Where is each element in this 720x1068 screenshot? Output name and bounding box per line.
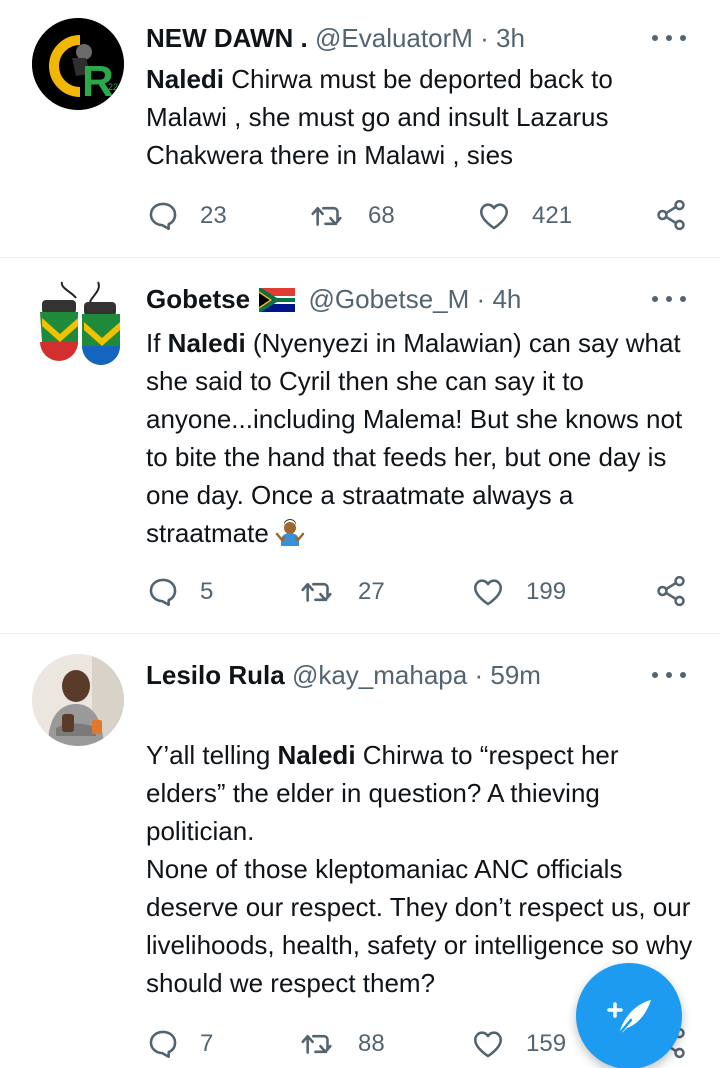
reply-button[interactable]: 23: [146, 196, 227, 236]
avatar[interactable]: [32, 654, 124, 746]
display-name[interactable]: Gobetse: [146, 284, 250, 314]
avatar-logo-image: R 22: [32, 18, 124, 110]
tweet-text-bold: Naledi: [277, 740, 356, 770]
retweet-count: 27: [358, 578, 385, 605]
separator-dot: ·: [476, 284, 486, 314]
tweet-text-part: (Nyenyezi in Malawian) can say what she …: [146, 328, 683, 548]
compose-tweet-icon: [607, 1000, 651, 1036]
user-handle[interactable]: @EvaluatorM: [315, 23, 473, 53]
like-count: 421: [532, 202, 573, 229]
tweet-header: Gobetse @Gobetse_M · 4h: [146, 282, 690, 320]
like-button[interactable]: 199: [470, 572, 566, 612]
reply-button[interactable]: 5: [146, 572, 213, 612]
reply-count: 5: [200, 578, 214, 605]
display-name[interactable]: NEW DAWN .: [146, 23, 308, 53]
tweet[interactable]: Gobetse @Gobetse_M · 4h If Naledi (Nyeny…: [0, 258, 720, 634]
share-icon: [657, 575, 685, 607]
reply-count: 7: [200, 1030, 214, 1057]
like-button[interactable]: 421: [476, 196, 572, 236]
reply-count: 23: [200, 202, 227, 229]
tweet-actions: 5 27 199: [146, 572, 696, 612]
retweet-button[interactable]: 27: [300, 572, 385, 612]
share-button[interactable]: [654, 198, 688, 237]
heart-icon: [473, 1031, 503, 1058]
tweet-text-bold: Naledi: [146, 64, 225, 94]
like-button[interactable]: 159: [470, 1024, 566, 1064]
separator-dot: ·: [474, 660, 484, 690]
retweet-icon: [301, 582, 332, 602]
heart-icon: [479, 203, 509, 230]
timestamp[interactable]: 4h: [492, 284, 521, 314]
share-icon: [657, 199, 685, 231]
tweet-header: NEW DAWN . @EvaluatorM · 3h: [146, 21, 690, 55]
heart-icon: [473, 579, 503, 606]
reply-icon: [149, 202, 177, 231]
user-handle[interactable]: @Gobetse_M: [309, 284, 470, 314]
avatar[interactable]: R 22: [32, 18, 124, 110]
tweet-text-bold: Naledi: [167, 328, 246, 358]
retweet-button[interactable]: 88: [300, 1024, 385, 1064]
tweet-text-part: Chirwa to “respect her elders” the elder…: [146, 740, 693, 998]
reply-button[interactable]: 7: [146, 1024, 213, 1064]
svg-text:22: 22: [108, 82, 118, 92]
retweet-icon: [311, 206, 342, 226]
more-options-icon[interactable]: [652, 670, 686, 680]
avatar[interactable]: [32, 278, 124, 370]
user-handle[interactable]: @kay_mahapa: [292, 660, 467, 690]
retweet-button[interactable]: 68: [310, 196, 395, 236]
south-africa-flag-icon: [258, 286, 296, 320]
like-count: 199: [526, 578, 567, 605]
retweet-count: 68: [368, 202, 395, 229]
tweet-text: Y’all telling Naledi Chirwa to “respect …: [146, 698, 696, 1002]
reply-icon: [149, 578, 177, 607]
more-options-icon[interactable]: [652, 294, 686, 304]
person-shrugging-icon: [275, 518, 305, 558]
retweet-icon: [301, 1034, 332, 1054]
display-name[interactable]: Lesilo Rula: [146, 660, 285, 690]
timestamp[interactable]: 3h: [496, 23, 525, 53]
timeline: R 22 NEW DAWN . @EvaluatorM · 3h Naledi …: [0, 0, 720, 1068]
reply-icon: [149, 1030, 177, 1059]
share-button[interactable]: [654, 574, 688, 613]
tweet[interactable]: R 22 NEW DAWN . @EvaluatorM · 3h Naledi …: [0, 0, 720, 258]
like-count: 159: [526, 1030, 567, 1057]
timestamp[interactable]: 59m: [490, 660, 541, 690]
tweet-text: If Naledi (Nyenyezi in Malawian) can say…: [146, 324, 696, 558]
retweet-count: 88: [358, 1030, 385, 1057]
tweet-text-part: Y’all telling: [146, 740, 278, 770]
boxing-gloves-image: [40, 281, 120, 365]
tweet-text-part: If: [146, 328, 168, 358]
tweet-actions: 23 68 421: [146, 196, 696, 236]
compose-tweet-button[interactable]: [576, 963, 682, 1068]
separator-dot: ·: [480, 23, 489, 53]
tweet-header: Lesilo Rula @kay_mahapa · 59m: [146, 658, 690, 692]
avatar-photo-image: [32, 654, 124, 746]
tweet-text: Naledi Chirwa must be deported back to M…: [146, 60, 696, 174]
more-options-icon[interactable]: [652, 33, 686, 43]
